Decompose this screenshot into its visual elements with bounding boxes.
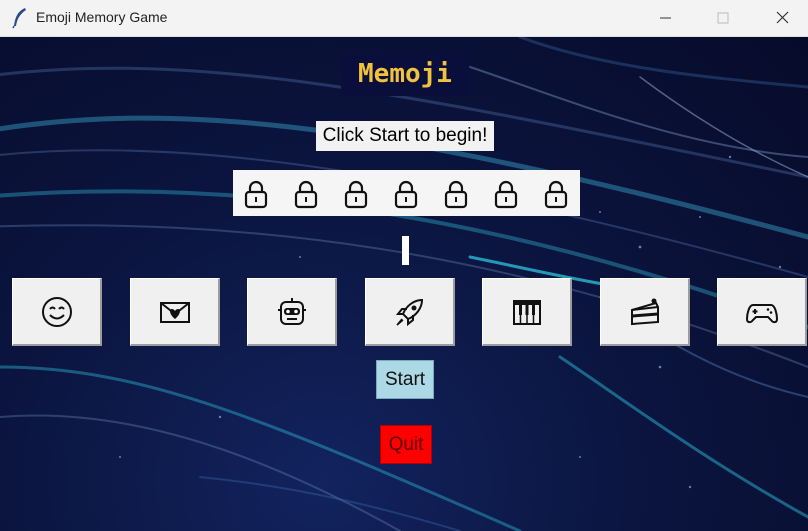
piano-keys-icon xyxy=(512,299,541,325)
emoji-button-piano-keys[interactable] xyxy=(482,278,572,346)
emoji-button-rocket[interactable] xyxy=(365,278,455,346)
game-controller-icon xyxy=(745,303,778,323)
cake-slice-icon xyxy=(630,298,659,325)
quit-button[interactable]: Quit xyxy=(380,425,432,464)
lock-icon xyxy=(544,180,568,209)
robot-face-icon xyxy=(277,297,306,325)
emoji-button-game-controller[interactable] xyxy=(717,278,807,346)
lock-icon xyxy=(444,180,468,209)
heading-text: Memoji xyxy=(358,59,452,89)
app-feather-icon xyxy=(12,8,26,29)
minimize-button[interactable] xyxy=(636,0,694,36)
close-icon xyxy=(776,11,789,24)
emoji-button-smiling-face[interactable] xyxy=(12,278,102,346)
status-label: Click Start to begin! xyxy=(316,121,494,151)
game-heading: Memoji xyxy=(341,52,469,96)
lock-icon xyxy=(344,180,368,209)
maximize-button[interactable] xyxy=(694,0,752,36)
window-title: Emoji Memory Game xyxy=(36,9,168,25)
close-button[interactable] xyxy=(752,0,808,36)
emoji-button-robot-face[interactable] xyxy=(247,278,337,346)
minimize-icon xyxy=(660,17,671,19)
emoji-button-love-letter[interactable] xyxy=(130,278,220,346)
lock-row xyxy=(233,170,580,216)
lock-icon xyxy=(244,180,268,209)
game-window: Memoji Click Start to begin! Start Quit xyxy=(0,37,808,531)
rocket-icon xyxy=(395,298,423,326)
maximize-icon xyxy=(717,12,729,24)
lock-icon xyxy=(494,180,518,209)
emoji-button-cake-slice[interactable] xyxy=(600,278,690,346)
love-letter-icon xyxy=(159,301,190,323)
window-titlebar: Emoji Memory Game xyxy=(0,0,808,37)
start-button[interactable]: Start xyxy=(376,360,434,399)
lock-icon xyxy=(294,180,318,209)
input-cursor-bar xyxy=(402,236,409,265)
smiling-face-icon xyxy=(41,296,72,327)
lock-icon xyxy=(394,180,418,209)
